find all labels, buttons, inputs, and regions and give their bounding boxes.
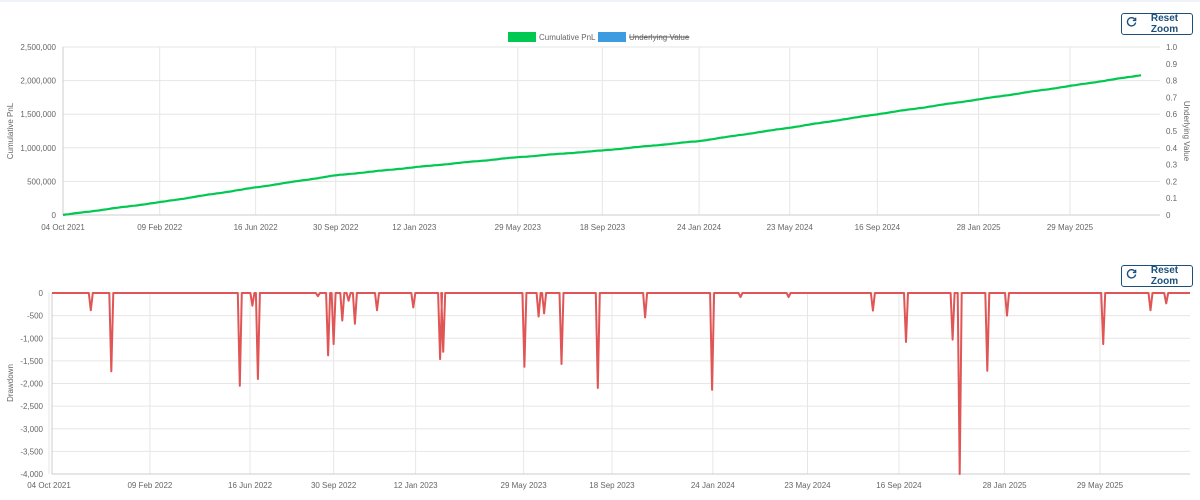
legend-item-underlying-value[interactable]: Underlying Value [598,32,690,42]
legend-swatch [598,32,626,42]
underlying-y-tick-label: 1.0 [1166,43,1178,52]
drawdown-x-tick-label: 16 Jun 2022 [228,481,273,490]
underlying-y-tick-label: 0.1 [1166,194,1178,203]
drawdown-x-tick-label: 09 Feb 2022 [127,481,172,490]
pnl-y-tick-label: 1,500,000 [20,110,56,119]
pnl-y-tick-label: 2,000,000 [20,77,56,86]
drawdown-y-tick-label: 0 [39,289,44,298]
underlying-y-tick-label: 0.8 [1166,77,1178,86]
underlying-y-axis-title: Underlying Value [1182,101,1191,162]
pnl-x-tick-label: 23 May 2024 [767,223,814,232]
drawdown-x-tick-label: 18 Sep 2023 [589,481,635,490]
cumulative-pnl-chart[interactable]: 04 Oct 2021 09 Feb 2022 16 Jun 2022 30 Sep … [0,0,1200,240]
legend-label: Cumulative PnL [539,33,596,42]
pnl-x-tick-label: 29 May 2025 [1047,223,1094,232]
drawdown-x-tick-label: 30 Sep 2022 [311,481,357,490]
pnl-legend: Cumulative PnL Underlying Value [508,32,690,42]
pnl-gridlines [62,46,1160,216]
drawdown-y-axis-title: Drawdown [6,364,15,402]
underlying-y-tick-label: 0.7 [1166,93,1178,102]
pnl-x-tick-label: 28 Jan 2025 [957,223,1002,232]
pnl-x-tick-label: 16 Sep 2024 [855,223,901,232]
pnl-x-tick-label: 24 Jan 2024 [677,223,722,232]
drawdown-y-tick-label: -500 [27,312,44,321]
drawdown-y-tick-label: -3,500 [20,447,43,456]
underlying-y-tick-label: 0.3 [1166,161,1178,170]
pnl-y-axis-title: Cumulative PnL [6,102,15,159]
drawdown-x-tick-label: 04 Oct 2021 [27,481,71,490]
drawdown-x-tick-label: 24 Jan 2024 [691,481,736,490]
pnl-x-tick-label: 04 Oct 2021 [41,223,85,232]
pnl-x-tick-label: 30 Sep 2022 [313,223,359,232]
drawdown-y-tick-label: -3,000 [20,425,43,434]
drawdown-gridlines [48,292,1190,475]
drawdown-x-tick-label: 29 May 2025 [1077,481,1124,490]
underlying-y-tick-label: 0.9 [1166,60,1178,69]
drawdown-y-tick-label: -1,500 [20,357,43,366]
underlying-y-tick-label: 0.5 [1166,127,1178,136]
underlying-y-tick-label: 0 [1166,211,1171,220]
underlying-y-tick-label: 0.6 [1166,110,1178,119]
legend-item-cumulative-pnl[interactable]: Cumulative PnL [508,32,596,42]
pnl-x-tick-label: 16 Jun 2022 [234,223,279,232]
drawdown-x-tick-label: 12 Jan 2023 [394,481,439,490]
underlying-y-tick-label: 0.2 [1166,177,1178,186]
drawdown-x-tick-label: 23 May 2024 [784,481,831,490]
drawdown-y-tick-label: -2,000 [20,380,43,389]
drawdown-x-tick-label: 28 Jan 2025 [983,481,1028,490]
pnl-x-tick-label: 12 Jan 2023 [392,223,437,232]
underlying-y-tick-label: 0.4 [1166,144,1178,153]
pnl-x-tick-label: 09 Feb 2022 [137,223,182,232]
drawdown-y-tick-label: -2,500 [20,402,43,411]
legend-swatch [508,32,536,42]
pnl-x-tick-label: 18 Sep 2023 [580,223,626,232]
drawdown-y-tick-label: -4,000 [20,470,43,479]
pnl-x-tick-label: 29 May 2023 [495,223,542,232]
drawdown-x-tick-label: 29 May 2023 [501,481,548,490]
pnl-y-tick-label: 0 [52,211,57,220]
drawdown-y-tick-label: -1,000 [20,334,43,343]
pnl-y-tick-label: 500,000 [27,177,56,186]
drawdown-x-tick-label: 16 Sep 2024 [876,481,922,490]
drawdown-chart[interactable]: 04 Oct 2021 09 Feb 2022 16 Jun 2022 30 Sep … [0,240,1200,500]
pnl-y-tick-label: 1,000,000 [20,144,56,153]
pnl-y-tick-label: 2,500,000 [20,43,56,52]
